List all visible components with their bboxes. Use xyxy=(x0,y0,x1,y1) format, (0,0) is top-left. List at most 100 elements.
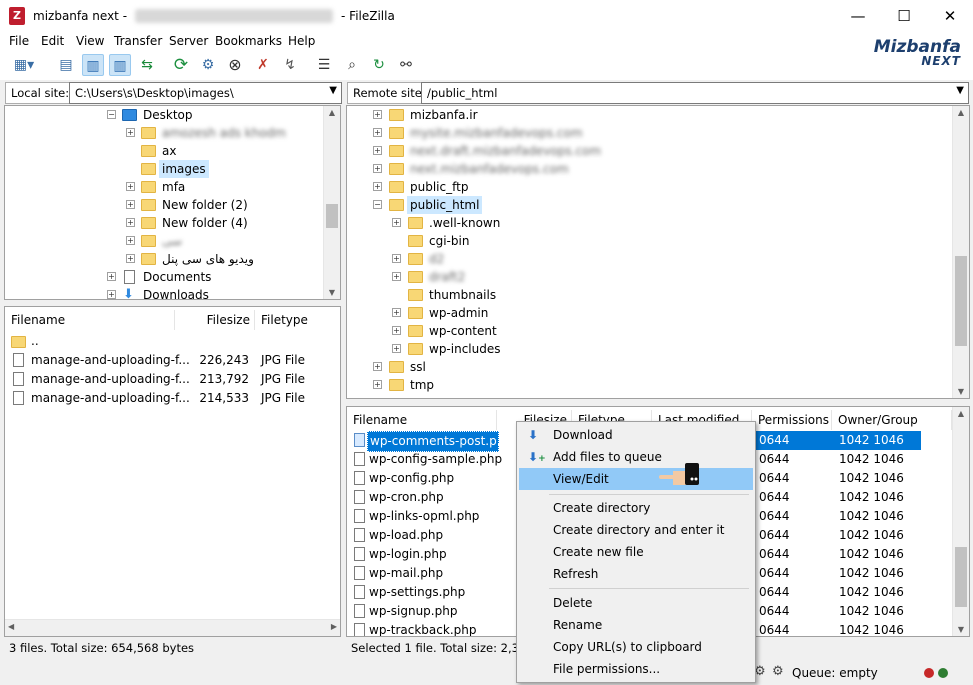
remote-path-combo[interactable]: /public_html ▼ xyxy=(421,82,969,104)
remote-tree-item[interactable]: thumbnails xyxy=(392,286,632,304)
menu-edit[interactable]: Edit xyxy=(41,34,64,48)
local-tree-item[interactable]: + mfa xyxy=(126,178,246,196)
expand-icon[interactable]: + xyxy=(392,308,401,317)
scroll-right-icon[interactable]: ▶ xyxy=(331,622,337,631)
expand-icon[interactable]: + xyxy=(126,182,135,191)
menu-item-refresh[interactable]: Refresh xyxy=(519,563,753,585)
col-header-filesize[interactable]: Filesize xyxy=(175,310,255,330)
maximize-button[interactable]: ☐ xyxy=(881,0,927,32)
menu-item-rename[interactable]: Rename xyxy=(519,614,753,636)
remote-tree-item[interactable]: + next.draft.mizbanfadevops.com xyxy=(373,142,613,160)
col-header-owner-group[interactable]: Owner/Group xyxy=(832,410,952,430)
remote-tree-item[interactable]: cgi-bin xyxy=(392,232,632,250)
expand-icon[interactable]: + xyxy=(392,218,401,227)
scroll-up-icon[interactable]: ▲ xyxy=(953,409,969,418)
remote-tree-item[interactable]: + ssl xyxy=(373,358,613,376)
expand-icon[interactable]: + xyxy=(107,272,116,281)
expand-icon[interactable]: + xyxy=(126,236,135,245)
scroll-down-icon[interactable]: ▼ xyxy=(953,625,969,634)
scroll-thumb[interactable] xyxy=(955,256,967,346)
expand-icon[interactable]: + xyxy=(392,326,401,335)
menu-file[interactable]: File xyxy=(9,34,29,48)
local-tree-item[interactable]: + amozesh ads khodm xyxy=(126,124,286,142)
menu-item-create-new-file[interactable]: Create new file xyxy=(519,541,753,563)
menu-help[interactable]: Help xyxy=(288,34,315,48)
expand-icon[interactable]: − xyxy=(107,110,116,119)
disconnect-icon[interactable]: ✗ xyxy=(252,54,274,76)
menu-server[interactable]: Server xyxy=(169,34,208,48)
col-header-filename[interactable]: Filename xyxy=(347,410,497,430)
transfer-queue-icon[interactable]: ⇆ xyxy=(136,54,158,76)
expand-icon[interactable]: + xyxy=(126,218,135,227)
site-manager-icon[interactable]: ▦▾ xyxy=(6,54,42,76)
expand-icon[interactable]: + xyxy=(373,164,382,173)
local-tree-item[interactable]: images xyxy=(126,160,246,178)
filter-icon[interactable]: ☰ xyxy=(313,54,335,76)
file-row[interactable]: .. xyxy=(11,332,331,351)
remote-tree-item[interactable]: + public_ftp xyxy=(373,178,613,196)
process-queue-icon[interactable]: ⚙ xyxy=(197,54,219,76)
menu-transfer[interactable]: Transfer xyxy=(114,34,162,48)
menu-item-create-directory-enter[interactable]: Create directory and enter it xyxy=(519,519,753,541)
menu-item-view-edit[interactable]: View/Edit xyxy=(519,463,753,490)
expand-icon[interactable]: + xyxy=(373,146,382,155)
file-row[interactable]: manage-and-uploading-f... 226,243 JPG Fi… xyxy=(11,351,331,370)
expand-icon[interactable]: + xyxy=(107,290,116,299)
col-header-permissions[interactable]: Permissions xyxy=(752,410,832,430)
remote-tree-item[interactable]: + next.mizbanfadevops.com xyxy=(373,160,613,178)
file-row[interactable]: manage-and-uploading-f... 214,533 JPG Fi… xyxy=(11,389,331,408)
scroll-down-icon[interactable]: ▼ xyxy=(953,387,969,396)
remote-tree-item[interactable]: + wp-admin xyxy=(392,304,632,322)
menu-item-delete[interactable]: Delete xyxy=(519,592,753,614)
remote-tree-scrollbar[interactable]: ▲ ▼ xyxy=(952,106,969,398)
local-tree-item[interactable]: + سی xyxy=(126,232,266,250)
expand-icon[interactable]: + xyxy=(126,200,135,209)
expand-icon[interactable]: + xyxy=(373,380,382,389)
expand-icon[interactable]: + xyxy=(392,254,401,263)
remote-tree-item[interactable]: + .well-known xyxy=(392,214,632,232)
gear-icon[interactable]: ⚙ xyxy=(772,664,784,679)
menu-item-add-to-queue[interactable]: ⬇+ Add files to queue xyxy=(519,446,753,468)
local-tree-item[interactable]: + New folder (2) xyxy=(126,196,266,214)
remote-tree-item[interactable]: + mysite.mizbanfadevops.com xyxy=(373,124,613,142)
expand-icon[interactable]: + xyxy=(373,362,382,371)
cancel-icon[interactable]: ⊗ xyxy=(224,54,246,76)
remote-tree-item[interactable]: + mizbanfa.ir xyxy=(373,106,613,124)
local-list-hscrollbar[interactable]: ◀ ▶ xyxy=(5,619,340,636)
refresh-icon[interactable]: ⟳ xyxy=(170,54,192,76)
menu-item-file-permissions[interactable]: File permissions... xyxy=(519,658,753,680)
local-tree-icon[interactable]: ▥ xyxy=(82,54,104,76)
menu-item-create-directory[interactable]: Create directory xyxy=(519,497,753,519)
menu-item-copy-url[interactable]: Copy URL(s) to clipboard xyxy=(519,636,753,658)
col-header-filetype[interactable]: Filetype xyxy=(255,310,340,330)
scroll-thumb[interactable] xyxy=(955,547,967,607)
remote-tree-item[interactable]: − public_html xyxy=(373,196,613,214)
local-tree-scrollbar[interactable]: ▲ ▼ xyxy=(323,106,340,299)
file-row[interactable]: manage-and-uploading-f... 213,792 JPG Fi… xyxy=(11,370,331,389)
minimize-button[interactable]: — xyxy=(835,0,881,32)
sync-browse-icon[interactable]: ↻ xyxy=(368,54,390,76)
local-tree-item[interactable]: + Documents xyxy=(107,268,247,286)
remote-tree-icon[interactable]: ▥ xyxy=(109,54,131,76)
expand-icon[interactable]: + xyxy=(392,272,401,281)
remote-tree-item[interactable]: + draft2 xyxy=(392,268,632,286)
local-tree-item[interactable]: ax xyxy=(126,142,246,160)
menu-bookmarks[interactable]: Bookmarks xyxy=(215,34,282,48)
scroll-left-icon[interactable]: ◀ xyxy=(8,622,14,631)
search-icon[interactable]: ⚯ xyxy=(395,54,417,76)
close-window-button[interactable]: ✕ xyxy=(927,0,973,32)
remote-list-scrollbar[interactable]: ▲ ▼ xyxy=(952,407,969,636)
expand-icon[interactable]: + xyxy=(373,110,382,119)
remote-tree-item[interactable]: + d2 xyxy=(392,250,632,268)
local-tree-item[interactable]: + ⬇ Downloads xyxy=(107,286,247,299)
local-tree-item[interactable]: − Desktop xyxy=(107,106,227,124)
expand-icon[interactable]: + xyxy=(126,128,135,137)
scroll-down-icon[interactable]: ▼ xyxy=(324,288,340,297)
remote-tree-item[interactable]: + tmp xyxy=(373,376,613,394)
menu-item-download[interactable]: ⬇ Download xyxy=(519,424,753,446)
collapse-icon[interactable]: − xyxy=(373,200,382,209)
message-log-icon[interactable]: ▤ xyxy=(55,54,77,76)
remote-tree-item[interactable]: + wp-content xyxy=(392,322,632,340)
scroll-thumb[interactable] xyxy=(326,204,338,228)
local-tree-item[interactable]: + ویدیو های سی پنل xyxy=(126,250,286,268)
